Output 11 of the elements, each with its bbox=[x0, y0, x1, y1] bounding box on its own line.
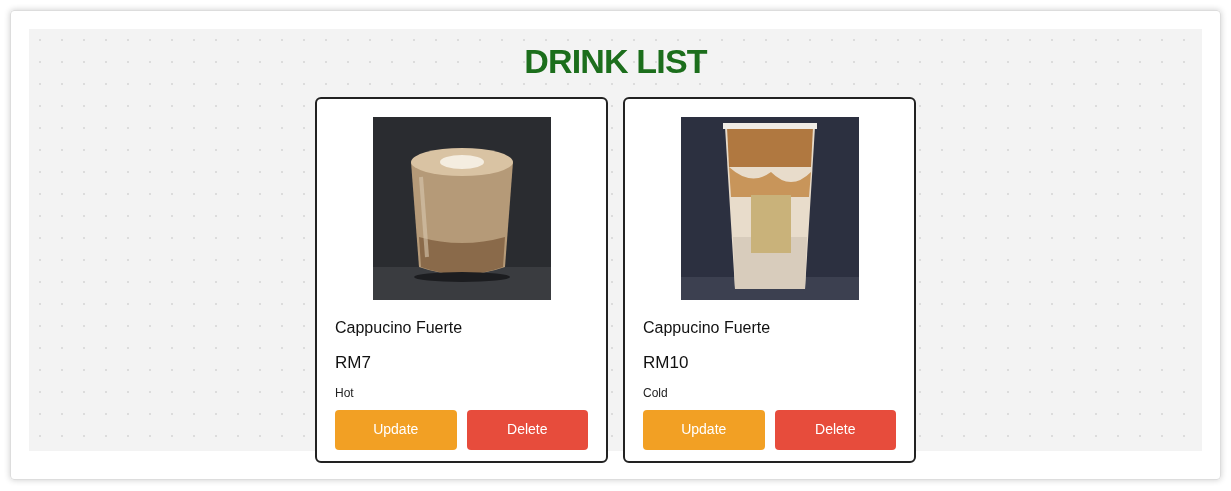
drink-type: Cold bbox=[643, 384, 669, 402]
update-button[interactable]: Update bbox=[643, 409, 765, 450]
delete-button[interactable]: Delete bbox=[466, 409, 588, 450]
drink-price: RM7 bbox=[335, 352, 372, 374]
drink-name: Cappucino Fuerte bbox=[335, 318, 464, 338]
page-title: DRINK LIST bbox=[524, 41, 707, 81]
drink-price: RM10 bbox=[643, 352, 690, 374]
update-button[interactable]: Update bbox=[335, 409, 457, 450]
drink-name: Cappucino Fuerte bbox=[643, 318, 772, 338]
delete-button[interactable]: Delete bbox=[774, 409, 896, 450]
drink-type: Hot bbox=[335, 384, 355, 402]
